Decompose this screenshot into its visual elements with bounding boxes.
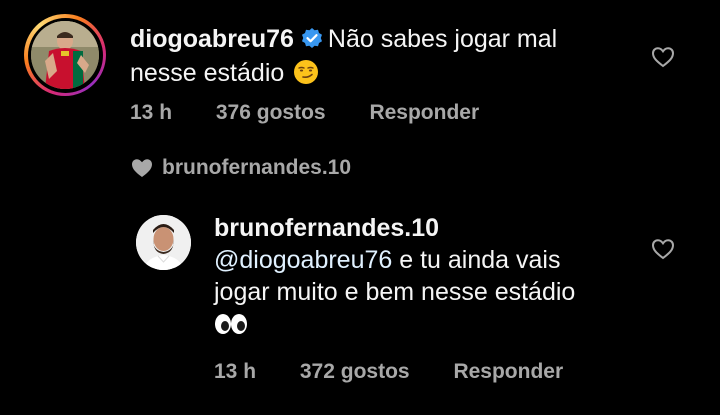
reply-username[interactable]: brunofernandes.10 [214, 214, 439, 242]
liked-by-username: brunofernandes.10 [162, 156, 352, 179]
comment-body-line2: nesse estádio [130, 59, 285, 87]
comment-likes-count[interactable]: 376 gostos [216, 101, 326, 124]
comment-time: 13 h [130, 101, 173, 124]
avatar-photo-icon [136, 215, 191, 270]
main-comment-text: diogoabreu76 Não sabes jogar mal nesse e… [130, 22, 630, 90]
filled-heart-icon [132, 159, 152, 177]
reply-reply-button[interactable]: Responder [453, 360, 563, 383]
reply-body-line1: e tu ainda vais [392, 246, 561, 274]
main-comment-meta: 13 h 376 gostos Responder [130, 101, 479, 125]
comment-username[interactable]: diogoabreu76 [130, 25, 294, 53]
avatar-gap [27, 17, 103, 93]
avatar-photo-icon [31, 21, 99, 89]
avatar-brunofernandes10[interactable] [136, 215, 191, 270]
verified-badge-icon [301, 28, 322, 48]
smirking-face-icon [294, 60, 319, 84]
reply-comment-text: brunofernandes.10 @diogoabreu76 e tu ain… [214, 212, 644, 340]
like-comment-heart-icon[interactable] [651, 46, 675, 68]
reply-comment-meta: 13 h 372 gostos Responder [214, 360, 563, 384]
reply-likes-count[interactable]: 372 gostos [300, 360, 410, 383]
story-ring[interactable] [24, 14, 106, 96]
reply-time: 13 h [214, 360, 257, 383]
comment-body-line1: Não sabes jogar mal [327, 25, 558, 53]
reply-body-line2: jogar muito e bem nesse estádio [214, 278, 576, 306]
mention-link[interactable]: @diogoabreu76 [214, 246, 392, 274]
reply-button[interactable]: Responder [369, 101, 479, 124]
comments-thread: diogoabreu76 Não sabes jogar mal nesse e… [0, 0, 720, 415]
like-reply-heart-icon[interactable] [651, 238, 675, 260]
eyes-emoji-icon [215, 314, 247, 334]
liked-by-author[interactable]: brunofernandes.10 [130, 156, 351, 180]
avatar-diogoabreu76[interactable] [31, 21, 99, 89]
